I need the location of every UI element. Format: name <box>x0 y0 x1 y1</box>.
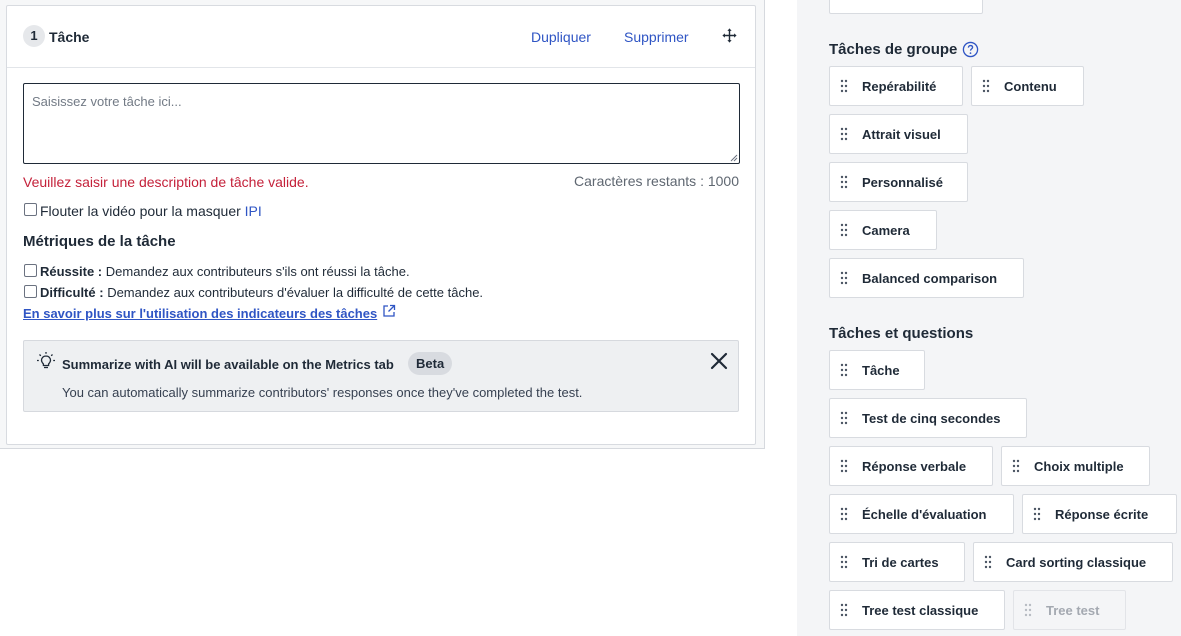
ai-banner-title: Summarize with AI will be available on t… <box>62 357 394 372</box>
task-chip-reponse-ecrite[interactable]: Réponse écrite <box>1022 494 1177 534</box>
task-chip-tri-de-cartes[interactable]: Tri de cartes <box>829 542 965 582</box>
close-icon[interactable] <box>710 352 728 370</box>
task-chip-label: Choix multiple <box>1034 459 1124 474</box>
drag-handle-icon[interactable] <box>1033 507 1041 521</box>
difficulty-metric-label: Difficulté : Demandez aux contributeurs … <box>40 285 483 300</box>
success-metric-desc: Demandez aux contributeurs s'ils ont réu… <box>105 264 410 279</box>
drag-handle-icon[interactable] <box>840 507 848 521</box>
task-chip-reperabilite[interactable]: Repérabilité <box>829 66 963 106</box>
external-link-icon[interactable] <box>382 304 396 318</box>
task-chip-personnalise[interactable]: Personnalisé <box>829 162 968 202</box>
task-chip-card-sorting-classique[interactable]: Card sorting classique <box>973 542 1173 582</box>
blur-video-label: Flouter la vidéo pour la masquer IPI <box>40 203 262 219</box>
task-chip-label: Card sorting classique <box>1006 555 1147 570</box>
task-chip-balanced-comparison[interactable]: Balanced comparison <box>829 258 1024 298</box>
move-icon[interactable] <box>721 27 738 44</box>
drag-handle-icon[interactable] <box>840 223 848 237</box>
task-chip-label: Échelle d'évaluation <box>862 507 987 522</box>
ai-summary-banner: Summarize with AI will be available on t… <box>23 340 739 412</box>
duplicate-button[interactable]: Dupliquer <box>531 29 591 45</box>
group-tasks-title: Tâches de groupe <box>829 41 958 58</box>
drag-handle-icon[interactable] <box>840 459 848 473</box>
task-chip-tree-test-disabled: Tree test <box>1013 590 1126 630</box>
task-chip-tree-test-classique[interactable]: Tree test classique <box>829 590 1005 630</box>
task-chip-five-second-test[interactable]: Test de cinq secondes <box>829 398 1027 438</box>
task-description-input[interactable] <box>23 83 740 164</box>
drag-handle-icon[interactable] <box>840 271 848 285</box>
drag-handle-icon[interactable] <box>840 363 848 377</box>
tasks-questions-title: Tâches et questions <box>829 325 974 342</box>
drag-handle-icon[interactable] <box>840 603 848 617</box>
resize-grip-icon[interactable] <box>728 152 738 162</box>
task-chip-label: Tree test classique <box>862 603 979 618</box>
metrics-title: Métriques de la tâche <box>23 233 176 250</box>
task-chip-contenu[interactable]: Contenu <box>971 66 1084 106</box>
task-chip-label: Tâche <box>862 363 900 378</box>
task-chip-label: Contenu <box>1004 79 1057 94</box>
success-metric-label: Réussite : Demandez aux contributeurs s'… <box>40 264 410 279</box>
task-chip-camera[interactable]: Camera <box>829 210 937 250</box>
error-message: Veuillez saisir une description de tâche… <box>23 174 309 190</box>
success-metric-checkbox[interactable] <box>24 264 37 277</box>
difficulty-metric-name: Difficulté : <box>40 285 104 300</box>
task-library-sidebar: Tâches de groupe Repérabilité Contenu At… <box>797 0 1181 636</box>
drag-handle-icon[interactable] <box>1012 459 1020 473</box>
task-chip-choix-multiple[interactable]: Choix multiple <box>1001 446 1150 486</box>
beta-badge: Beta <box>408 352 453 375</box>
drag-handle-icon[interactable] <box>984 555 992 569</box>
ipi-link[interactable]: IPI <box>245 203 262 219</box>
task-chip-label: Camera <box>862 223 910 238</box>
task-chip-label: Test de cinq secondes <box>862 411 1001 426</box>
difficulty-metric-desc: Demandez aux contributeurs d'évaluer la … <box>107 285 484 300</box>
drag-handle-icon[interactable] <box>840 127 848 141</box>
list-item[interactable] <box>829 0 983 14</box>
help-icon[interactable] <box>962 41 979 58</box>
drag-handle-icon[interactable] <box>840 79 848 93</box>
task-chip-attrait-visuel[interactable]: Attrait visuel <box>829 114 968 154</box>
task-chip-label: Repérabilité <box>862 79 937 94</box>
task-chip-label: Réponse écrite <box>1055 507 1149 522</box>
task-chip-label: Balanced comparison <box>862 271 998 286</box>
learn-more-link[interactable]: En savoir plus sur l'utilisation des ind… <box>23 306 377 321</box>
task-chip-label: Tree test <box>1046 603 1100 618</box>
blur-video-text: Flouter la vidéo pour la masquer <box>40 203 241 219</box>
task-card: 1 Tâche Dupliquer Supprimer Veuillez sai… <box>6 5 756 445</box>
delete-button[interactable]: Supprimer <box>624 29 689 45</box>
task-chip-label: Attrait visuel <box>862 127 941 142</box>
task-chip-label: Tri de cartes <box>862 555 939 570</box>
drag-handle-icon[interactable] <box>982 79 990 93</box>
task-chip-label: Réponse verbale <box>862 459 967 474</box>
blur-video-checkbox[interactable] <box>24 203 37 216</box>
task-card-header: 1 Tâche Dupliquer Supprimer <box>7 6 755 68</box>
task-card-title: Tâche <box>49 29 90 45</box>
success-metric-name: Réussite : <box>40 264 103 279</box>
task-chip-echelle-evaluation[interactable]: Échelle d'évaluation <box>829 494 1014 534</box>
step-number-badge: 1 <box>23 25 45 47</box>
task-chip-label: Personnalisé <box>862 175 943 190</box>
drag-handle-icon <box>1024 603 1032 617</box>
drag-handle-icon[interactable] <box>840 555 848 569</box>
task-editor-area: 1 Tâche Dupliquer Supprimer Veuillez sai… <box>0 0 765 449</box>
task-chip-tache[interactable]: Tâche <box>829 350 925 390</box>
lightbulb-icon <box>37 352 55 369</box>
drag-handle-icon[interactable] <box>840 175 848 189</box>
difficulty-metric-checkbox[interactable] <box>24 285 37 298</box>
ai-banner-description: You can automatically summarize contribu… <box>62 385 583 400</box>
char-count: Caractères restants : 1000 <box>574 173 739 189</box>
task-chip-reponse-verbale[interactable]: Réponse verbale <box>829 446 993 486</box>
drag-handle-icon[interactable] <box>840 411 848 425</box>
